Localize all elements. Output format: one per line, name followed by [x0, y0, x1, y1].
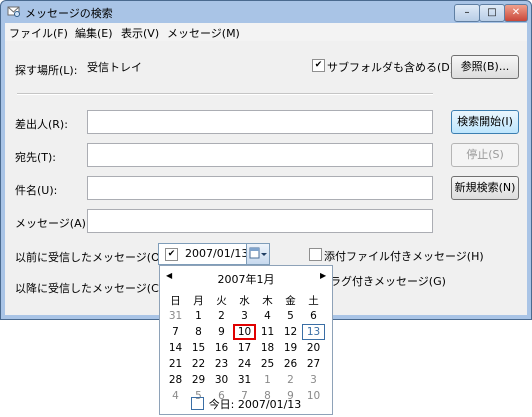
calendar-day[interactable]: 26	[279, 356, 302, 372]
title-bar[interactable]: メッセージの検索 – □ ✕	[1, 1, 531, 23]
calendar-day[interactable]: 3	[233, 308, 256, 324]
from-field[interactable]	[87, 110, 433, 134]
weekday-label: 金	[285, 294, 296, 307]
calendar-week-row: 21 22 23 24 25 26 27	[164, 356, 325, 372]
browse-button[interactable]: 参照(B)...	[451, 55, 519, 79]
calendar-day[interactable]: 5	[279, 308, 302, 324]
calendar-day[interactable]: 15	[187, 340, 210, 356]
calendar-day[interactable]: 11	[256, 324, 279, 340]
today-marker-icon	[190, 397, 204, 410]
menu-message[interactable]: メッセージ(M)	[167, 25, 240, 41]
weekday-label: 月	[193, 294, 204, 307]
envelope-search-icon	[7, 6, 20, 17]
window-title: メッセージの検索	[25, 7, 113, 20]
search-location-label: 探す場所(L):	[15, 64, 78, 77]
weekday-label: 土	[308, 294, 319, 307]
calendar-day[interactable]: 4	[256, 308, 279, 324]
received-before-checkbox[interactable]: ✔	[165, 248, 178, 261]
weekday-label: 日	[170, 294, 181, 307]
calendar-day[interactable]: 20	[302, 340, 325, 356]
include-subfolders-checkbox[interactable]: ✔	[312, 59, 325, 72]
maximize-icon: □	[487, 7, 497, 18]
calendar-day[interactable]: 3	[302, 372, 325, 388]
weekday-label: 木	[262, 294, 273, 307]
has-attachment-checkbox[interactable]	[309, 248, 322, 261]
calendar-day[interactable]: 31	[233, 372, 256, 388]
calendar-day[interactable]: 22	[187, 356, 210, 372]
stop-button[interactable]: 停止(S)	[451, 143, 519, 167]
received-after-label: 以降に受信したメッセージ(C):	[15, 282, 167, 295]
calendar-day[interactable]: 9	[210, 324, 233, 340]
calendar-day[interactable]: 16	[210, 340, 233, 356]
has-attachment-label: 添付ファイル付きメッセージ(H)	[324, 250, 484, 263]
calendar-day[interactable]: 13	[302, 324, 325, 340]
calendar-day[interactable]: 1	[187, 308, 210, 324]
menu-file[interactable]: ファイル(F)	[9, 25, 68, 41]
calendar-day[interactable]: 12	[279, 324, 302, 340]
received-before-date[interactable]: 2007/01/13	[185, 247, 248, 260]
today-label: 今日: 2007/01/13	[208, 398, 302, 411]
calendar-week-row: 14 15 16 17 18 19 20	[164, 340, 325, 356]
calendar-day[interactable]: 19	[279, 340, 302, 356]
search-location-value[interactable]: 受信トレイ	[87, 59, 142, 75]
calendar-day[interactable]: 17	[233, 340, 256, 356]
minimize-button[interactable]: –	[454, 4, 480, 22]
calendar-header: 2007年1月 ◀ ▶	[160, 271, 332, 287]
find-now-button[interactable]: 検索開始(I)	[451, 110, 519, 134]
maximize-button[interactable]: □	[479, 4, 505, 22]
new-search-button[interactable]: 新規検索(N)	[451, 176, 519, 200]
calendar-day[interactable]: 8	[187, 324, 210, 340]
calendar-grid: 日月火水木金土 31 1 2 3 4 5 6 7 8 9 10 11 12 13 14 15 16 17 18 19 20…	[164, 292, 325, 404]
menu-view[interactable]: 表示(V)	[121, 25, 159, 41]
calendar-day[interactable]: 1	[256, 372, 279, 388]
weekday-label: 火	[216, 294, 227, 307]
calendar-day[interactable]: 29	[187, 372, 210, 388]
calendar-popup: 2007年1月 ◀ ▶ 日月火水木金土 31 1 2 3 4 5 6 7 8 9 10 11 12 13 14…	[159, 265, 333, 415]
menu-edit[interactable]: 編集(E)	[75, 25, 113, 41]
calendar-day[interactable]: 31	[164, 308, 187, 324]
subject-field[interactable]	[87, 176, 433, 200]
calendar-week-row: 7 8 9 10 11 12 13	[164, 324, 325, 340]
subject-label: 件名(U):	[15, 184, 58, 197]
calendar-weekday-row: 日月火水木金土	[164, 292, 325, 308]
from-label: 差出人(R):	[15, 118, 68, 131]
calendar-week-row: 31 1 2 3 4 5 6	[164, 308, 325, 324]
calendar-day[interactable]: 28	[164, 372, 187, 388]
to-field[interactable]	[87, 143, 433, 167]
calendar-day[interactable]: 2	[210, 308, 233, 324]
calendar-day[interactable]: 6	[302, 308, 325, 324]
calendar-day[interactable]: 25	[256, 356, 279, 372]
include-subfolders-label: サブフォルダも含める(D)	[327, 61, 455, 74]
calendar-day[interactable]: 30	[210, 372, 233, 388]
calendar-day[interactable]: 21	[164, 356, 187, 372]
message-field[interactable]	[87, 209, 433, 233]
flagged-label: ラグ付きメッセージ(G)	[330, 275, 446, 288]
close-icon: ✕	[511, 7, 521, 18]
next-month-icon[interactable]: ▶	[320, 271, 326, 280]
menu-bar: ファイル(F) 編集(E) 表示(V) メッセージ(M)	[5, 23, 527, 41]
calendar-dropdown-button[interactable]	[246, 243, 270, 265]
minimize-icon: –	[464, 7, 470, 18]
calendar-day[interactable]: 2	[279, 372, 302, 388]
calendar-week-row: 28 29 30 31 1 2 3	[164, 372, 325, 388]
close-button[interactable]: ✕	[504, 4, 528, 22]
calendar-day[interactable]: 23	[210, 356, 233, 372]
weekday-label: 水	[239, 294, 250, 307]
calendar-day[interactable]: 18	[256, 340, 279, 356]
received-before-label: 以前に受信したメッセージ(O):	[15, 251, 168, 264]
calendar-day[interactable]: 27	[302, 356, 325, 372]
calendar-today-footer[interactable]: 今日: 2007/01/13	[160, 396, 332, 412]
calendar-month-title[interactable]: 2007年1月	[160, 271, 332, 287]
calendar-dropdown-icon	[249, 247, 267, 259]
message-label: メッセージ(A):	[15, 217, 90, 230]
calendar-day[interactable]: 24	[233, 356, 256, 372]
to-label: 宛先(T):	[15, 151, 57, 164]
calendar-day[interactable]: 10	[233, 324, 256, 340]
calendar-day[interactable]: 7	[164, 324, 187, 340]
divider	[17, 93, 433, 95]
prev-month-icon[interactable]: ◀	[166, 271, 172, 280]
calendar-day[interactable]: 14	[164, 340, 187, 356]
